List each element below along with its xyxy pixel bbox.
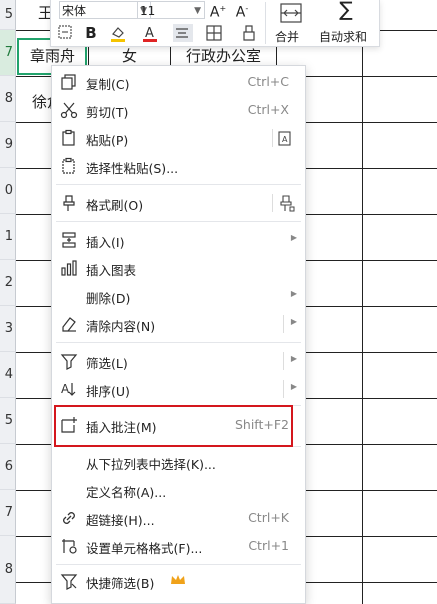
funnel-icon [60, 352, 78, 370]
paste-options-icon[interactable]: A [277, 129, 293, 147]
row-header[interactable]: 5 [0, 0, 16, 30]
scissors-icon [60, 101, 78, 119]
menu-item-label: 粘贴(P) [86, 133, 129, 148]
menu-item-paste-special[interactable]: 选择性粘贴(S)... [52, 153, 305, 179]
menu-item-shortcut: Ctrl+1 [248, 538, 289, 553]
insert-rows-icon [60, 231, 78, 249]
format-painter-lock-icon[interactable] [277, 194, 295, 212]
row-header-active[interactable]: 7 [0, 30, 16, 76]
menu-item-label: 设置单元格格式(F)... [86, 541, 203, 556]
menu-item-label: 超链接(H)... [86, 513, 155, 528]
menu-item-copy[interactable]: 复制(C) Ctrl+C [52, 69, 305, 95]
menu-item-label: 选择性粘贴(S)... [86, 161, 179, 176]
font-color-icon[interactable]: A [141, 24, 159, 42]
format-painter-icon [60, 194, 78, 212]
row-header[interactable]: 3 [0, 306, 16, 352]
menu-item-paste[interactable]: 粘贴(P) A [52, 125, 305, 151]
autosum-button-label[interactable]: 自动求和 [319, 28, 367, 45]
copy-icon [60, 73, 78, 91]
border-icon[interactable] [205, 24, 223, 42]
menu-item-shortcut: Ctrl+K [248, 510, 289, 525]
align-center-icon[interactable] [173, 24, 193, 42]
crown-icon [170, 573, 186, 587]
menu-item-define-name[interactable]: 定义名称(A)... [52, 477, 305, 503]
menu-item-label: 删除(D) [86, 291, 131, 306]
menu-item-clear-content[interactable]: 清除内容(N) ▶ [52, 311, 305, 337]
chevron-right-icon: ▶ [290, 289, 297, 298]
chevron-down-icon: ▼ [194, 6, 201, 16]
menu-item-label: 排序(U) [86, 384, 130, 399]
menu-item-hyperlink[interactable]: 超链接(H)... Ctrl+K [52, 505, 305, 531]
highlight-box [54, 405, 293, 447]
chevron-right-icon: ▶ [290, 317, 297, 326]
grow-font-button[interactable]: A+ [209, 0, 227, 22]
svg-text:A: A [61, 382, 70, 396]
link-icon [60, 509, 78, 527]
menu-item-label: 定义名称(A)... [86, 485, 167, 500]
menu-item-label: 从下拉列表中选择(K)... [86, 457, 216, 472]
menu-item-label: 快捷筛选(B) [86, 576, 155, 591]
bold-button[interactable]: B [83, 24, 99, 42]
menu-item-label: 插入图表 [86, 263, 137, 278]
paste-special-icon [60, 157, 78, 175]
row-header[interactable]: 8 [0, 76, 16, 122]
menu-item-label: 复制(C) [86, 77, 130, 92]
bar-chart-icon [60, 259, 78, 277]
merge-button-label[interactable]: 合并 [275, 28, 299, 45]
row-header[interactable]: 0 [0, 168, 16, 214]
eraser-icon [60, 315, 78, 333]
menu-item-pick-from-list[interactable]: 从下拉列表中选择(K)... [52, 449, 305, 475]
row-header[interactable]: 5 [0, 398, 16, 444]
menu-item-quick-filter[interactable]: 快捷筛选(B) [52, 568, 305, 594]
menu-item-cut[interactable]: 剪切(T) Ctrl+X [52, 97, 305, 123]
row-header[interactable]: 6 [0, 444, 16, 490]
menu-item-sort[interactable]: A 排序(U) ▶ [52, 376, 305, 402]
shrink-font-button[interactable]: A- [233, 0, 251, 22]
merge-cells-icon[interactable] [279, 2, 303, 24]
menu-item-filter[interactable]: 筛选(L) ▶ [52, 348, 305, 374]
row-header[interactable]: 1 [0, 214, 16, 260]
chevron-right-icon: ▶ [290, 354, 297, 363]
context-menu: 复制(C) Ctrl+C 剪切(T) Ctrl+X 粘贴(P) A 选择性粘贴(… [51, 65, 306, 604]
chevron-right-icon: ▶ [290, 382, 297, 391]
quick-filter-icon [60, 572, 78, 590]
menu-item-format-cells[interactable]: 设置单元格格式(F)... Ctrl+1 [52, 533, 305, 559]
clear-format-icon[interactable] [241, 24, 257, 42]
row-header[interactable]: 7 [0, 490, 16, 536]
menu-item-shortcut: Ctrl+C [247, 74, 289, 89]
menu-item-label: 筛选(L) [86, 356, 128, 371]
row-header[interactable]: 8 [0, 536, 16, 604]
format-brush-icon[interactable] [57, 24, 73, 40]
menu-item-label: 清除内容(N) [86, 319, 156, 334]
cell-gender[interactable]: 女 [122, 45, 137, 66]
floating-format-toolbar: 宋体 ▼ 11 ▼ A+ A- B A 合并 ∑ 自动求和 [50, 0, 380, 47]
menu-item-insert[interactable]: 插入(I) ▶ [52, 227, 305, 253]
menu-item-format-painter[interactable]: 格式刷(O) [52, 190, 305, 216]
row-header[interactable]: 2 [0, 260, 16, 306]
menu-item-shortcut: Ctrl+X [247, 102, 289, 117]
sort-icon: A [60, 380, 78, 398]
clipboard-icon [60, 129, 78, 147]
cell-department[interactable]: 行政办公室 [186, 45, 261, 66]
menu-item-insert-chart[interactable]: 插入图表 [52, 255, 305, 281]
font-size-select[interactable]: 11 ▼ [137, 1, 205, 19]
format-cells-icon [60, 537, 78, 555]
row-header[interactable]: 9 [0, 122, 16, 168]
fill-color-icon[interactable] [109, 24, 127, 42]
svg-text:A: A [282, 135, 288, 144]
chevron-right-icon: ▶ [290, 233, 297, 242]
autosum-icon[interactable]: ∑ [335, 0, 357, 19]
menu-item-label: 剪切(T) [86, 105, 129, 120]
menu-item-label: 格式刷(O) [86, 198, 144, 213]
menu-item-label: 插入(I) [86, 235, 125, 250]
row-header[interactable]: 4 [0, 352, 16, 398]
svg-text:A: A [145, 26, 154, 41]
menu-item-delete[interactable]: 删除(D) ▶ [52, 283, 305, 309]
